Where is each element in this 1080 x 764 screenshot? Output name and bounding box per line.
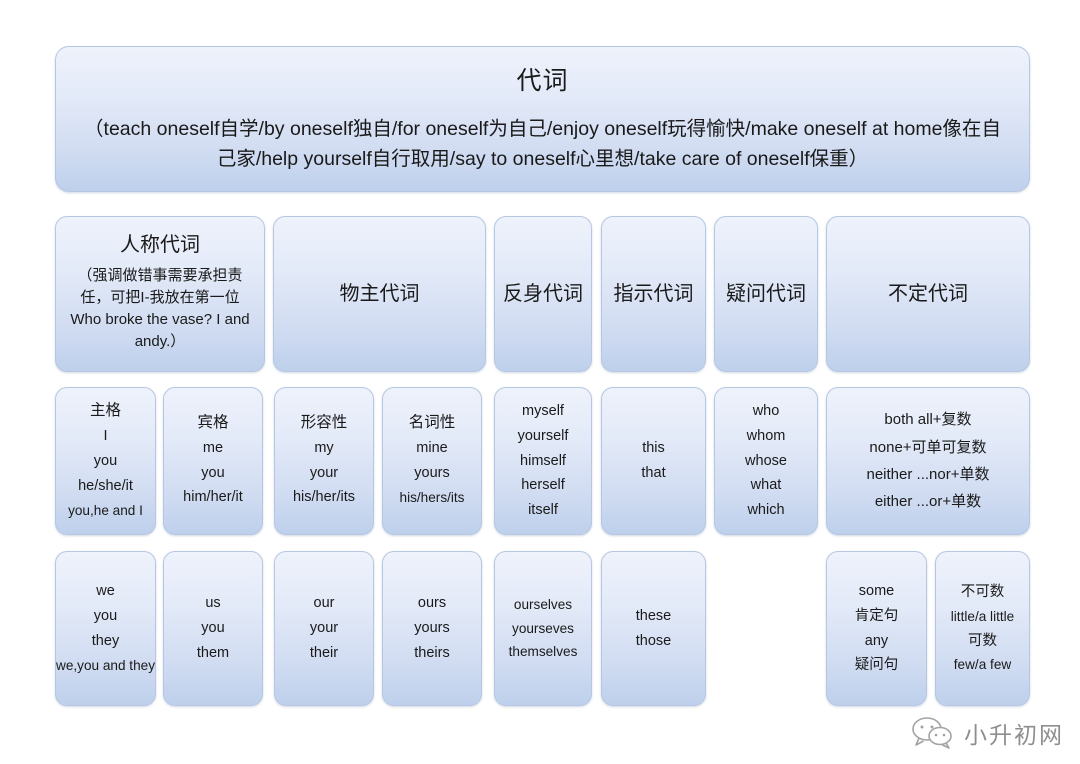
leaf-line: yours — [414, 620, 450, 637]
watermark-text: 小升初网 — [964, 722, 1064, 748]
leaf-line: my — [314, 439, 334, 456]
leaf-line: that — [641, 465, 666, 481]
leaf-line: mine — [416, 440, 448, 457]
leaf-head: 形容性 — [300, 413, 348, 431]
leaf-line: you,he and I — [68, 502, 143, 518]
leaf-line: herself — [521, 477, 565, 494]
leaf-line: 肯定句 — [854, 607, 899, 624]
leaf-line: this — [642, 440, 665, 457]
leaf-line: his/hers/its — [399, 490, 465, 506]
leaf-line: you — [93, 608, 118, 625]
leaf-line: whose — [745, 452, 787, 469]
leaf-line: little/a little — [950, 609, 1015, 625]
category-reflexive-pronoun: 反身代词 — [494, 216, 592, 372]
category-interrogative-pronoun: 疑问代词 — [714, 216, 818, 372]
leaf-line: them — [196, 644, 230, 661]
page-title: 代词 — [516, 66, 569, 95]
leaf-object-case-plural: us you them — [163, 551, 263, 706]
leaf-line: his/her/its — [292, 489, 356, 506]
leaf-demonstrative-plural: these those — [601, 551, 706, 706]
leaf-line: you — [201, 464, 225, 481]
leaf-object-case-singular: 宾格 me you him/her/it — [163, 387, 263, 535]
leaf-line: you — [93, 452, 118, 469]
leaf-line: those — [635, 632, 672, 649]
category-interrogative-pronoun-title: 疑问代词 — [726, 282, 806, 305]
category-indefinite-pronoun-title: 不定代词 — [888, 282, 968, 305]
leaf-line: myself — [522, 402, 564, 419]
leaf-line: 疑问句 — [854, 657, 899, 674]
leaf-interrogative-list: who whom whose what which — [714, 387, 818, 535]
leaf-line: we — [96, 583, 115, 600]
leaf-head: 主格 — [89, 401, 121, 419]
leaf-line: himself — [520, 452, 566, 469]
watermark: 小升初网 — [910, 716, 1064, 750]
leaf-line: he/she/it — [78, 477, 133, 494]
header-subtitle: （teach oneself自学/by oneself独自/for onesel… — [84, 118, 1001, 170]
leaf-indefinite-rules: both all+复数 none+可单可复数 neither ...nor+单数… — [826, 387, 1030, 535]
leaf-line: who — [752, 402, 780, 419]
leaf-line: they — [91, 633, 120, 650]
leaf-possessive-adjective-plural: our your their — [274, 551, 374, 706]
leaf-head: 名词性 — [408, 414, 456, 432]
leaf-some-any: some 肯定句 any 疑问句 — [826, 551, 927, 706]
leaf-line: few/a few — [953, 657, 1012, 673]
leaf-subject-case-plural: we you they we,you and they — [55, 551, 156, 706]
leaf-line: none+可单可复数 — [869, 438, 987, 456]
category-personal-pronoun-title: 人称代词 — [120, 234, 200, 256]
leaf-line: your — [309, 620, 339, 637]
category-personal-pronoun: 人称代词 （强调做错事需要承担责任，可把I-我放在第一位Who broke th… — [55, 216, 265, 372]
leaf-line: either ...or+单数 — [874, 493, 982, 511]
leaf-line: 不可数 — [960, 584, 1005, 601]
leaf-reflexive-plural: ourselves yourseves themselves — [494, 551, 592, 706]
leaf-line: what — [750, 477, 782, 494]
category-personal-pronoun-note: （强调做错事需要承担责任，可把I-我放在第一位Who broke the vas… — [70, 267, 250, 350]
leaf-line: yours — [414, 465, 450, 482]
leaf-line: I — [103, 427, 108, 444]
category-possessive-pronoun-title: 物主代词 — [339, 282, 420, 305]
wechat-bubbles-icon — [910, 716, 956, 750]
category-reflexive-pronoun-title: 反身代词 — [503, 282, 583, 305]
leaf-line: these — [635, 607, 672, 624]
leaf-line: yourseves — [512, 620, 574, 636]
leaf-line: neither ...nor+单数 — [866, 466, 990, 483]
category-demonstrative-pronoun-title: 指示代词 — [613, 282, 694, 305]
leaf-line: theirs — [414, 644, 450, 661]
leaf-line: 可数 — [968, 632, 997, 649]
leaf-line: themselves — [508, 644, 578, 660]
leaf-head: 宾格 — [197, 413, 229, 431]
leaf-line: me — [202, 439, 224, 456]
leaf-line: yourself — [517, 427, 569, 444]
leaf-line: itself — [528, 502, 558, 519]
leaf-countability: 不可数 little/a little 可数 few/a few — [935, 551, 1030, 706]
leaf-line: us — [205, 595, 221, 612]
leaf-line: you — [201, 620, 225, 637]
leaf-line: ourselves — [513, 597, 573, 613]
leaf-subject-case-singular: 主格 I you he/she/it you,he and I — [55, 387, 156, 535]
leaf-reflexive-singular: myself yourself himself herself itself — [494, 387, 592, 535]
leaf-line: your — [309, 464, 339, 481]
leaf-line: any — [864, 632, 889, 649]
leaf-possessive-noun-singular: 名词性 mine yours his/hers/its — [382, 387, 482, 535]
leaf-line: which — [747, 502, 785, 519]
header-box: 代词 （teach oneself自学/by oneself独自/for one… — [55, 46, 1030, 192]
leaf-line: our — [313, 595, 335, 612]
leaf-line: we,you and they — [56, 658, 155, 674]
category-possessive-pronoun: 物主代词 — [273, 216, 486, 372]
category-demonstrative-pronoun: 指示代词 — [601, 216, 706, 372]
leaf-line: some — [858, 582, 895, 599]
leaf-line: their — [309, 644, 339, 661]
leaf-possessive-noun-plural: ours yours theirs — [382, 551, 482, 706]
leaf-line: him/her/it — [183, 489, 243, 506]
leaf-possessive-adjective-singular: 形容性 my your his/her/its — [274, 387, 374, 535]
leaf-line: ours — [417, 595, 447, 612]
category-indefinite-pronoun: 不定代词 — [826, 216, 1030, 372]
leaf-line: whom — [746, 427, 786, 444]
leaf-demonstrative-singular: this that — [601, 387, 706, 535]
leaf-line: both all+复数 — [884, 411, 972, 429]
